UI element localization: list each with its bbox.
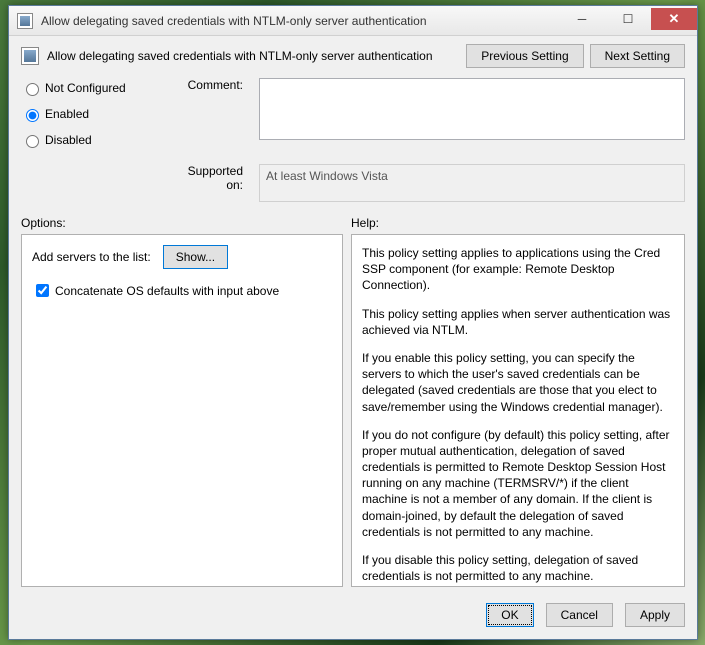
panels-row: Add servers to the list: Show... Concate… <box>21 234 685 587</box>
close-button[interactable]: ✕ <box>651 8 697 30</box>
concatenate-checkbox[interactable] <box>36 284 49 297</box>
help-panel[interactable]: This policy setting applies to applicati… <box>351 234 685 587</box>
help-paragraph: This policy setting applies when server … <box>362 306 674 338</box>
radio-enabled-label: Enabled <box>45 107 89 121</box>
minimize-button[interactable]: ─ <box>559 8 605 30</box>
titlebar[interactable]: Allow delegating saved credentials with … <box>9 6 697 36</box>
supported-on-value: At least Windows Vista <box>266 169 388 183</box>
radio-disabled[interactable]: Disabled <box>21 132 161 148</box>
add-servers-row: Add servers to the list: Show... <box>32 245 332 269</box>
window-icon <box>17 13 33 29</box>
mid-labels: Options: Help: <box>21 216 685 230</box>
options-panel: Add servers to the list: Show... Concate… <box>21 234 343 587</box>
concatenate-label: Concatenate OS defaults with input above <box>55 284 279 298</box>
help-paragraph: If you disable this policy setting, dele… <box>362 552 674 584</box>
concatenate-row[interactable]: Concatenate OS defaults with input above <box>32 281 332 300</box>
supported-label: Supported on: <box>171 164 249 202</box>
apply-button[interactable]: Apply <box>625 603 685 627</box>
radio-enabled[interactable]: Enabled <box>21 106 161 122</box>
options-label: Options: <box>21 216 351 230</box>
supported-on-box: At least Windows Vista <box>259 164 685 202</box>
add-servers-label: Add servers to the list: <box>32 250 151 264</box>
window-title: Allow delegating saved credentials with … <box>41 14 559 28</box>
policy-title: Allow delegating saved credentials with … <box>47 49 460 63</box>
help-paragraph: If you do not configure (by default) thi… <box>362 427 674 540</box>
radio-disabled-label: Disabled <box>45 133 92 147</box>
window-controls: ─ ☐ ✕ <box>559 12 697 30</box>
content-area: Allow delegating saved credentials with … <box>9 36 697 595</box>
header-row: Allow delegating saved credentials with … <box>21 44 685 68</box>
next-setting-button[interactable]: Next Setting <box>590 44 685 68</box>
radio-not-configured-label: Not Configured <box>45 81 126 95</box>
help-label: Help: <box>351 216 685 230</box>
radio-not-configured[interactable]: Not Configured <box>21 80 161 96</box>
cancel-button[interactable]: Cancel <box>546 603 613 627</box>
comment-textarea[interactable] <box>259 78 685 140</box>
radio-disabled-input[interactable] <box>26 135 39 148</box>
radio-enabled-input[interactable] <box>26 109 39 122</box>
radio-column: Not Configured Enabled Disabled <box>21 78 161 158</box>
ok-button[interactable]: OK <box>486 603 533 627</box>
config-row-comment: Not Configured Enabled Disabled Comment: <box>21 78 685 158</box>
help-paragraph: This policy setting applies to applicati… <box>362 245 674 294</box>
radio-not-configured-input[interactable] <box>26 83 39 96</box>
config-row-supported: Supported on: At least Windows Vista <box>21 164 685 202</box>
comment-label: Comment: <box>171 78 249 158</box>
maximize-button[interactable]: ☐ <box>605 8 651 30</box>
help-paragraph: If you enable this policy setting, you c… <box>362 350 674 415</box>
dialog-window: Allow delegating saved credentials with … <box>8 5 698 640</box>
show-button[interactable]: Show... <box>163 245 228 269</box>
footer-buttons: OK Cancel Apply <box>9 595 697 639</box>
previous-setting-button[interactable]: Previous Setting <box>466 44 583 68</box>
policy-icon <box>21 47 39 65</box>
